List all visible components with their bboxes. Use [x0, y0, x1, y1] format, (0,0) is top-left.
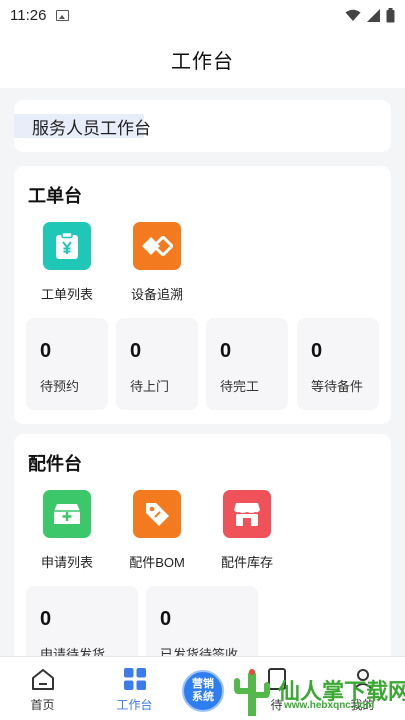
- stat-label: 待完工: [220, 379, 260, 394]
- work-order-card: 工单台 工单列表 设备追溯 0 待预约 0 待上门 0 待完工 0 等待备件: [14, 166, 391, 424]
- main-content: 服务人员工作台 工单台 工单列表 设备追溯 0 待预约 0 待上门 0 待完工: [0, 88, 405, 656]
- device-trace-button[interactable]: 设备追溯: [112, 222, 202, 303]
- price-tag-icon: [133, 490, 181, 538]
- stat-value: 0: [311, 340, 323, 362]
- link-diamond-icon: [133, 222, 181, 270]
- work-order-title: 工单台: [28, 186, 82, 206]
- status-icons: [345, 7, 395, 23]
- parts-bom-button[interactable]: 配件BOM: [112, 490, 202, 571]
- application-list-button[interactable]: 申请列表: [22, 490, 112, 571]
- stat-label: 申请待发货: [40, 647, 106, 656]
- watermark-url: www.hebxqnc.com: [284, 700, 375, 711]
- stat-awaiting-parts[interactable]: 0 等待备件: [297, 318, 379, 410]
- status-time: 11:26: [10, 6, 47, 24]
- app-header: 工作台: [0, 30, 405, 88]
- work-order-list-button[interactable]: 工单列表: [22, 222, 112, 303]
- role-card[interactable]: 服务人员工作台: [14, 100, 391, 152]
- stat-label: 等待备件: [311, 379, 364, 394]
- parts-title: 配件台: [28, 454, 82, 474]
- signal-icon: [367, 8, 380, 22]
- stat-value: 0: [130, 340, 142, 362]
- medical-box-icon: [43, 490, 91, 538]
- image-notification-icon: [56, 9, 70, 21]
- application-list-label: 申请列表: [40, 555, 93, 570]
- parts-inventory-label: 配件库存: [220, 555, 273, 570]
- home-icon: [30, 666, 56, 692]
- wifi-icon: [345, 9, 361, 21]
- role-label: 服务人员工作台: [32, 118, 151, 138]
- work-order-list-label: 工单列表: [40, 287, 93, 302]
- nav-workbench-label: 工作台: [116, 698, 153, 712]
- nav-home[interactable]: 首页: [2, 657, 83, 720]
- watermark: 仙人掌下载网 www.hebxqnc.com: [228, 664, 405, 718]
- parts-card: 配件台 申请列表 配件BOM 配件库存 0 申请待发货 0 已发货待签收: [14, 434, 391, 656]
- cactus-logo-icon: [234, 669, 270, 716]
- stat-label: 待预约: [40, 379, 80, 394]
- status-bar: 11:26: [0, 0, 405, 30]
- clipboard-yen-icon: [43, 222, 91, 270]
- stat-label: 待上门: [130, 379, 170, 394]
- grid-icon: [122, 666, 148, 692]
- stat-pending-shipment[interactable]: 0 申请待发货: [26, 586, 138, 656]
- nav-home-label: 首页: [30, 698, 55, 712]
- stat-pending-complete[interactable]: 0 待完工: [206, 318, 288, 410]
- stat-shipped-awaiting-receipt[interactable]: 0 已发货待签收: [146, 586, 258, 656]
- store-icon: [223, 490, 271, 538]
- stat-value: 0: [220, 340, 232, 362]
- stat-value: 0: [40, 340, 52, 362]
- device-trace-label: 设备追溯: [130, 287, 183, 302]
- parts-inventory-button[interactable]: 配件库存: [202, 490, 292, 571]
- battery-icon: [386, 7, 395, 22]
- nav-workbench[interactable]: 工作台: [94, 657, 175, 720]
- stat-pending-visit[interactable]: 0 待上门: [116, 318, 198, 410]
- stat-value: 0: [40, 608, 52, 630]
- marketing-system-button[interactable]: 营销 系统: [182, 670, 224, 712]
- stat-pending-appointment[interactable]: 0 待预约: [26, 318, 108, 410]
- stat-value: 0: [160, 608, 172, 630]
- marketing-system-label: 营销 系统: [192, 678, 214, 703]
- page-title: 工作台: [171, 50, 234, 73]
- parts-bom-label: 配件BOM: [129, 555, 185, 570]
- stat-label: 已发货待签收: [160, 647, 239, 656]
